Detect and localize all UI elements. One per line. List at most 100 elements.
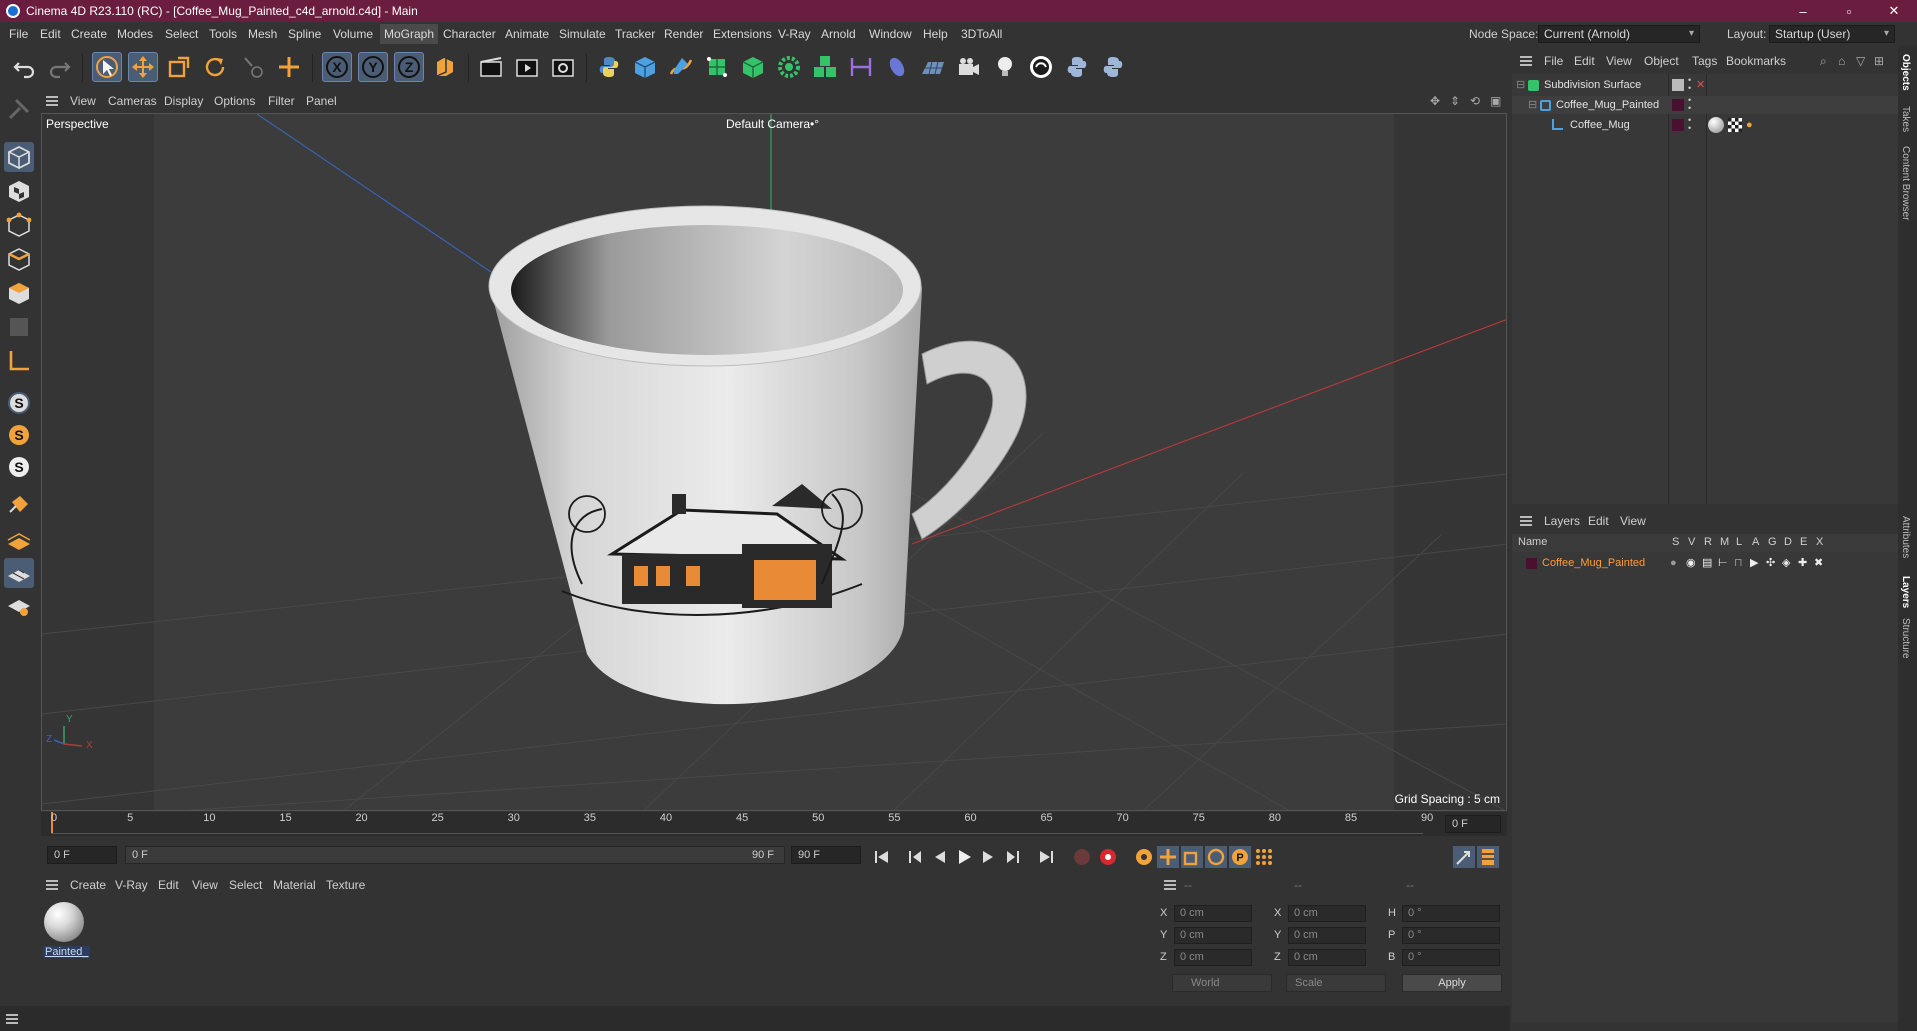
visibility-dots-icon[interactable]: • • <box>1688 76 1691 93</box>
layer-color-swatch[interactable] <box>1672 99 1684 111</box>
pos-y-field[interactable]: 0 cm <box>1174 927 1252 944</box>
layer-flag-header[interactable]: R <box>1704 536 1712 548</box>
layer-flag-header[interactable]: X <box>1816 536 1823 548</box>
menu-window[interactable]: Window <box>869 27 912 41</box>
object-name[interactable]: Subdivision Surface <box>1544 76 1641 94</box>
material-menu-edit[interactable]: Edit <box>158 878 179 892</box>
viewport-menu-filter[interactable]: Filter <box>268 94 295 108</box>
menu-create[interactable]: Create <box>71 27 107 41</box>
object-row-subdivision-surface[interactable]: ⊟ Subdivision Surface • • ✕ <box>1512 76 1898 94</box>
layer-render-icon[interactable]: ▤ <box>1702 554 1712 572</box>
layers-menu-view[interactable]: View <box>1620 514 1646 528</box>
redo-button[interactable] <box>44 52 74 82</box>
layer-visible-eye-icon[interactable]: ◉ <box>1686 554 1696 572</box>
python-plugin-1-button[interactable] <box>1062 52 1092 82</box>
material-menu-texture[interactable]: Texture <box>326 878 365 892</box>
field-button[interactable] <box>882 52 912 82</box>
layer-row[interactable]: Coffee_Mug_Painted ● ◉ ▤ ⊢ ⊓ ▶ ✣ ◈ ✚ ✖ <box>1512 554 1898 572</box>
size-z-field[interactable]: 0 cm <box>1288 949 1366 966</box>
layers-hamburger-icon[interactable] <box>1520 516 1532 526</box>
make-editable-button[interactable] <box>4 94 34 124</box>
size-y-field[interactable]: 0 cm <box>1288 927 1366 944</box>
material-menu-view[interactable]: View <box>192 878 218 892</box>
tab-structure[interactable]: Structure <box>1900 618 1911 659</box>
previous-key-button[interactable] <box>905 846 927 868</box>
layer-flag-header[interactable]: E <box>1800 536 1807 548</box>
point-mode-button[interactable] <box>4 210 34 240</box>
record-keys-button[interactable] <box>1071 846 1093 868</box>
menu-simulate[interactable]: Simulate <box>559 27 606 41</box>
extrude-button[interactable] <box>738 52 768 82</box>
collapse-toggle-icon[interactable]: ⊟ <box>1528 96 1537 114</box>
next-key-button[interactable] <box>1001 846 1023 868</box>
key-scale-button[interactable] <box>1181 846 1203 868</box>
material-hamburger-icon[interactable] <box>46 880 58 890</box>
z-axis-lock-button[interactable]: Z <box>394 52 424 82</box>
planar-workplane-button[interactable] <box>4 590 34 620</box>
layer-animation-icon[interactable]: ▶ <box>1750 554 1758 572</box>
status-hamburger-icon[interactable] <box>6 1014 18 1024</box>
start-frame-field[interactable]: 0 F <box>47 846 117 864</box>
object-row-coffee-mug[interactable]: Coffee_Mug • • ● <box>1512 116 1898 134</box>
key-rotation-button[interactable] <box>1205 846 1227 868</box>
polygon-mode-button[interactable] <box>4 278 34 308</box>
snap-button[interactable]: S <box>4 388 34 418</box>
disabled-x-icon[interactable]: ✕ <box>1696 76 1705 94</box>
3d-viewport[interactable]: Perspective Default Camera•° Y X Z Grid … <box>41 113 1507 811</box>
current-frame-field[interactable]: 0 F <box>1445 815 1501 833</box>
scale-tool-button[interactable] <box>164 52 194 82</box>
move-tool-button[interactable] <box>128 52 158 82</box>
size-mode-dropdown[interactable]: Scale <box>1286 974 1386 992</box>
layer-flag-header[interactable]: M <box>1720 536 1729 548</box>
menu-file[interactable]: File <box>9 27 28 41</box>
viewport-hamburger-icon[interactable] <box>46 96 58 106</box>
menu-help[interactable]: Help <box>923 27 948 41</box>
tab-layers[interactable]: Layers <box>1900 576 1911 608</box>
pos-x-field[interactable]: 0 cm <box>1174 905 1252 922</box>
objects-menu-object[interactable]: Object <box>1644 54 1679 68</box>
deformer-button[interactable] <box>846 52 876 82</box>
edge-mode-button[interactable] <box>4 244 34 274</box>
python-script-button[interactable] <box>594 52 624 82</box>
layer-deformers-icon[interactable]: ◈ <box>1782 554 1790 572</box>
material-menu-create[interactable]: Create <box>70 878 106 892</box>
layer-flag-header[interactable]: V <box>1688 536 1695 548</box>
subdivision-surface-button[interactable] <box>702 52 732 82</box>
preview-range-slider[interactable]: 0 F 90 F <box>125 846 785 864</box>
object-search-icon[interactable]: ⌕ <box>1820 54 1827 69</box>
tab-takes[interactable]: Takes <box>1900 106 1911 132</box>
close-button[interactable]: ✕ <box>1871 0 1917 22</box>
end-frame-field[interactable]: 90 F <box>791 846 861 864</box>
object-home-icon[interactable]: ⌂ <box>1838 54 1845 68</box>
visibility-dots-icon[interactable]: • • <box>1688 116 1691 133</box>
object-name[interactable]: Coffee_Mug <box>1570 116 1630 134</box>
move-view-icon[interactable]: ✥ <box>1430 94 1440 108</box>
live-selection-button[interactable] <box>92 52 122 82</box>
viewport-camera-name[interactable]: Default Camera•° <box>726 117 819 131</box>
objects-menu-view[interactable]: View <box>1606 54 1632 68</box>
render-settings-button[interactable] <box>548 52 578 82</box>
rot-p-field[interactable]: 0 ° <box>1402 927 1500 944</box>
previous-frame-button[interactable] <box>929 846 951 868</box>
viewport-menu-cameras[interactable]: Cameras <box>108 94 157 108</box>
quantize-button[interactable]: S <box>4 452 34 482</box>
layer-flag-header[interactable]: A <box>1752 536 1759 548</box>
layer-lock-icon[interactable]: ⊓ <box>1734 554 1743 572</box>
x-axis-lock-button[interactable]: X <box>322 52 352 82</box>
axis-mode-button[interactable] <box>4 346 34 376</box>
layout-dropdown[interactable]: Startup (User) <box>1769 25 1895 43</box>
render-picture-viewer-button[interactable] <box>512 52 542 82</box>
menu-select[interactable]: Select <box>165 27 198 41</box>
layer-expressions-icon[interactable]: ✚ <box>1798 554 1807 572</box>
undo-button[interactable] <box>10 52 40 82</box>
menu-mesh[interactable]: Mesh <box>248 27 277 41</box>
objects-menu-bookmarks[interactable]: Bookmarks <box>1726 54 1786 68</box>
keyframe-selection-button[interactable] <box>1133 846 1155 868</box>
rot-b-field[interactable]: 0 ° <box>1402 949 1500 966</box>
object-name[interactable]: Coffee_Mug_Painted <box>1556 96 1659 114</box>
material-preview-sphere[interactable] <box>44 902 84 942</box>
arnold-button[interactable] <box>1026 52 1056 82</box>
autokey-button[interactable] <box>1097 846 1119 868</box>
cube-primitive-button[interactable] <box>630 52 660 82</box>
goto-start-button[interactable] <box>871 846 893 868</box>
